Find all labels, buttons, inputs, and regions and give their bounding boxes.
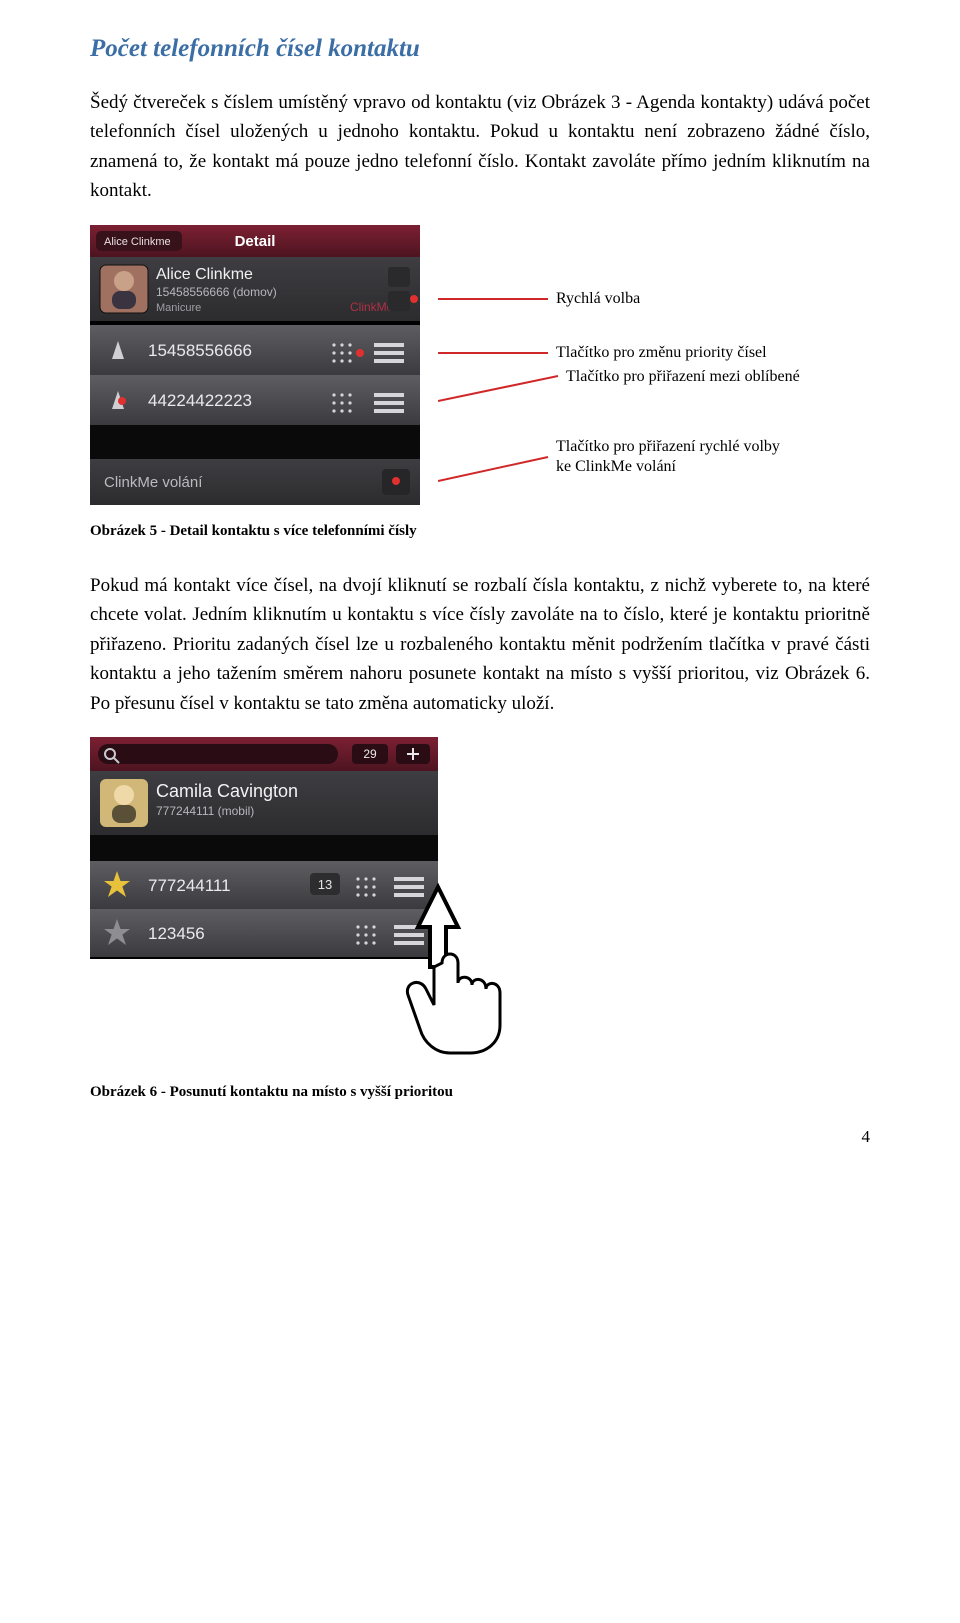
row-number-2[interactable]: 44224422223 xyxy=(148,391,252,410)
figure-5: Alice Clinkme Detail Alice Clinkme 15458… xyxy=(90,225,870,505)
contact-tag: Manicure xyxy=(156,302,201,314)
page-number: 4 xyxy=(90,1124,870,1150)
annot-priority: Tlačítko pro změnu priority čísel xyxy=(556,344,767,361)
bars-icon[interactable] xyxy=(374,393,404,413)
annot-speeddial-b: ke ClinkMe volání xyxy=(556,458,677,475)
caption-figure-6: Obrázek 6 - Posunutí kontaktu na místo s… xyxy=(90,1081,870,1104)
contact-sub-b: 777244111 (mobil) xyxy=(156,804,254,818)
hand-icon xyxy=(407,954,500,1053)
screenshot-detail-contact: Alice Clinkme Detail Alice Clinkme 15458… xyxy=(90,225,420,505)
bars-icon[interactable] xyxy=(374,343,404,363)
paragraph-1: Šedý čtvereček s číslem umístěný vpravo … xyxy=(90,88,870,206)
annotation-lines: Rychlá volba Tlačítko pro změnu priority… xyxy=(438,225,858,505)
row-b-number-2[interactable]: 123456 xyxy=(148,924,205,943)
contact-name: Alice Clinkme xyxy=(156,266,253,283)
screenshot-drag-priority: 29 Camila Cavington 777244111 (mobil) 77… xyxy=(90,737,560,1057)
nav-title: Detail xyxy=(235,233,276,250)
bars-icon[interactable] xyxy=(394,877,424,897)
annotations-block: Rychlá volba Tlačítko pro změnu priority… xyxy=(438,225,858,505)
row-b-badge: 13 xyxy=(318,877,332,892)
badge-count: 29 xyxy=(363,747,377,761)
annot-speeddial-a: Tlačítko pro přiřazení rychlé volby xyxy=(556,438,780,455)
footer-label: ClinkMe volání xyxy=(104,474,203,491)
brand-label: ClinkMe xyxy=(350,300,394,314)
annot-favorite: Tlačítko pro přiřazení mezi oblíbené xyxy=(566,368,800,385)
contact-name-b: Camila Cavington xyxy=(156,781,298,801)
figure-6: 29 Camila Cavington 777244111 (mobil) 77… xyxy=(90,737,870,1057)
section-title: Počet telefonních čísel kontaktu xyxy=(90,30,870,69)
row-number-1[interactable]: 15458556666 xyxy=(148,341,252,360)
paragraph-2: Pokud má kontakt více čísel, na dvojí kl… xyxy=(90,571,870,718)
contact-sub: 15458556666 (domov) xyxy=(156,285,277,299)
row-b-number-1[interactable]: 777244111 xyxy=(148,876,231,895)
nav-back-label[interactable]: Alice Clinkme xyxy=(104,236,171,248)
annot-rychla-volba: Rychlá volba xyxy=(556,290,640,307)
caption-figure-5: Obrázek 5 - Detail kontaktu s více telef… xyxy=(90,520,870,543)
